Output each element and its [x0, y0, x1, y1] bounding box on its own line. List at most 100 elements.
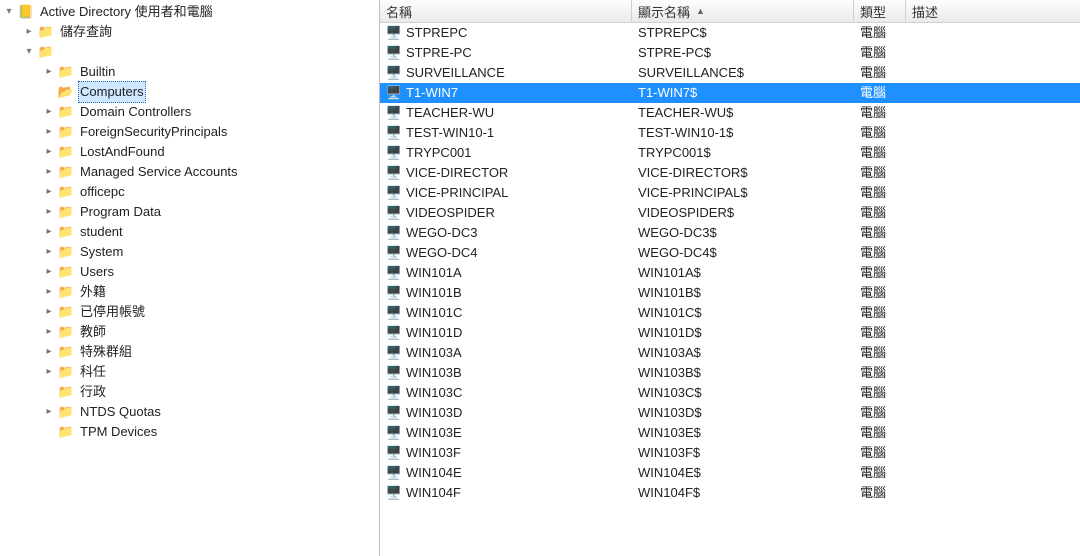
- expander-icon[interactable]: ▸: [42, 242, 56, 262]
- list-row[interactable]: 🖥️VICE-PRINCIPALVICE-PRINCIPAL$電腦: [380, 183, 1080, 203]
- tree-panel[interactable]: ▾ 📒 Active Directory 使用者和電腦 ▸📁儲存查詢▾📁▸📁Bu…: [0, 0, 380, 556]
- expander-icon[interactable]: ▸: [42, 142, 56, 162]
- list-row[interactable]: 🖥️TEST-WIN10-1TEST-WIN10-1$電腦: [380, 123, 1080, 143]
- expander-icon[interactable]: ▸: [42, 162, 56, 182]
- tree-node-label: Users: [78, 262, 116, 282]
- tree-node[interactable]: ▸📁Program Data: [0, 202, 379, 222]
- list-row[interactable]: 🖥️WIN104EWIN104E$電腦: [380, 463, 1080, 483]
- tree-node[interactable]: ▸📁ForeignSecurityPrincipals: [0, 122, 379, 142]
- list-row[interactable]: 🖥️STPREPCSTPREPC$電腦: [380, 23, 1080, 43]
- expander-icon[interactable]: ▸: [42, 322, 56, 342]
- container-icon: 📁: [38, 44, 54, 60]
- tree-node[interactable]: ▸📁NTDS Quotas: [0, 402, 379, 422]
- expander-icon[interactable]: ▸: [42, 202, 56, 222]
- expander-icon[interactable]: ▸: [42, 182, 56, 202]
- list-row[interactable]: 🖥️WIN103BWIN103B$電腦: [380, 363, 1080, 383]
- list-row[interactable]: 🖥️WIN103CWIN103C$電腦: [380, 383, 1080, 403]
- list-row[interactable]: 🖥️STPRE-PCSTPRE-PC$電腦: [380, 43, 1080, 63]
- cell-name-text: TRYPC001: [406, 143, 472, 163]
- list-row[interactable]: 🖥️WEGO-DC4WEGO-DC4$電腦: [380, 243, 1080, 263]
- list-row[interactable]: 🖥️WIN103EWIN103E$電腦: [380, 423, 1080, 443]
- cell-type: 電腦: [854, 383, 906, 403]
- computer-icon: 🖥️: [386, 225, 402, 241]
- column-header-name[interactable]: 名稱: [380, 0, 632, 22]
- expander-icon[interactable]: ▸: [42, 402, 56, 422]
- expander-icon[interactable]: ▸: [22, 22, 36, 42]
- cell-type: 電腦: [854, 23, 906, 43]
- tree-node[interactable]: ▸📁Builtin: [0, 62, 379, 82]
- tree-node[interactable]: ▸📁特殊群組: [0, 342, 379, 362]
- cell-type: 電腦: [854, 123, 906, 143]
- list-row[interactable]: 🖥️T1-WIN7T1-WIN7$電腦: [380, 83, 1080, 103]
- computer-icon: 🖥️: [386, 285, 402, 301]
- cell-name: 🖥️STPRE-PC: [380, 43, 632, 63]
- expander-icon[interactable]: ▸: [42, 362, 56, 382]
- column-header-desc[interactable]: 描述: [906, 0, 1080, 22]
- tree-node[interactable]: ▸📁Managed Service Accounts: [0, 162, 379, 182]
- tree-node[interactable]: ▸📁外籍: [0, 282, 379, 302]
- tree-node[interactable]: ▸📁已停用帳號: [0, 302, 379, 322]
- cell-display: WEGO-DC4$: [632, 243, 854, 263]
- tree-root[interactable]: ▾ 📒 Active Directory 使用者和電腦: [0, 2, 379, 22]
- computer-icon: 🖥️: [386, 45, 402, 61]
- list-row[interactable]: 🖥️VICE-DIRECTORVICE-DIRECTOR$電腦: [380, 163, 1080, 183]
- list-row[interactable]: 🖥️WIN103DWIN103D$電腦: [380, 403, 1080, 423]
- expander-icon[interactable]: ▸: [42, 222, 56, 242]
- list-row[interactable]: 🖥️VIDEOSPIDERVIDEOSPIDER$電腦: [380, 203, 1080, 223]
- list-row[interactable]: 🖥️WIN103FWIN103F$電腦: [380, 443, 1080, 463]
- ou-icon: 📁: [58, 344, 74, 360]
- tree-node[interactable]: ▸📁Domain Controllers: [0, 102, 379, 122]
- tree-node-label: Builtin: [78, 62, 117, 82]
- tree-node[interactable]: ▸📁Users: [0, 262, 379, 282]
- tree-node-label: 教師: [78, 322, 108, 342]
- expander-icon[interactable]: ▾: [2, 2, 16, 22]
- tree-node[interactable]: 📁行政: [0, 382, 379, 402]
- expander-icon[interactable]: ▾: [22, 42, 36, 62]
- tree-node[interactable]: ▸📁儲存查詢: [0, 22, 379, 42]
- list-row[interactable]: 🖥️WEGO-DC3WEGO-DC3$電腦: [380, 223, 1080, 243]
- tree-node[interactable]: ▸📁科任: [0, 362, 379, 382]
- computer-icon: 🖥️: [386, 85, 402, 101]
- tree-node[interactable]: 📂Computers: [0, 82, 379, 102]
- ou-icon: 📁: [58, 324, 74, 340]
- tree-node[interactable]: ▾📁: [0, 42, 379, 62]
- list-row[interactable]: 🖥️WIN101AWIN101A$電腦: [380, 263, 1080, 283]
- expander-icon[interactable]: ▸: [42, 342, 56, 362]
- tree-node[interactable]: 📁TPM Devices: [0, 422, 379, 442]
- list-row[interactable]: 🖥️TEACHER-WUTEACHER-WU$電腦: [380, 103, 1080, 123]
- cell-type: 電腦: [854, 463, 906, 483]
- cell-display: T1-WIN7$: [632, 83, 854, 103]
- cell-type: 電腦: [854, 163, 906, 183]
- cell-name-text: WIN101A: [406, 263, 462, 283]
- list-row[interactable]: 🖥️WIN104FWIN104F$電腦: [380, 483, 1080, 503]
- list-row[interactable]: 🖥️TRYPC001TRYPC001$電腦: [380, 143, 1080, 163]
- cell-name-text: VICE-DIRECTOR: [406, 163, 508, 183]
- list-row[interactable]: 🖥️SURVEILLANCESURVEILLANCE$電腦: [380, 63, 1080, 83]
- column-header-type[interactable]: 類型: [854, 0, 906, 22]
- expander-icon[interactable]: ▸: [42, 282, 56, 302]
- tree-node-label: 儲存查詢: [58, 22, 114, 42]
- list-row[interactable]: 🖥️WIN101CWIN101C$電腦: [380, 303, 1080, 323]
- tree-node-label: ForeignSecurityPrincipals: [78, 122, 229, 142]
- list-body[interactable]: 🖥️STPREPCSTPREPC$電腦🖥️STPRE-PCSTPRE-PC$電腦…: [380, 23, 1080, 556]
- cell-display: TEACHER-WU$: [632, 103, 854, 123]
- ou-icon: 📁: [58, 284, 74, 300]
- list-row[interactable]: 🖥️WIN101DWIN101D$電腦: [380, 323, 1080, 343]
- ou-icon: 📁: [58, 224, 74, 240]
- expander-icon[interactable]: ▸: [42, 122, 56, 142]
- tree-node[interactable]: ▸📁officepc: [0, 182, 379, 202]
- cell-name: 🖥️WIN103A: [380, 343, 632, 363]
- tree-node[interactable]: ▸📁LostAndFound: [0, 142, 379, 162]
- tree-node[interactable]: ▸📁教師: [0, 322, 379, 342]
- tree-node[interactable]: ▸📁student: [0, 222, 379, 242]
- column-header-display[interactable]: 顯示名稱 ▲: [632, 0, 854, 22]
- expander-icon[interactable]: ▸: [42, 62, 56, 82]
- list-row[interactable]: 🖥️WIN103AWIN103A$電腦: [380, 343, 1080, 363]
- expander-icon[interactable]: ▸: [42, 262, 56, 282]
- tree-node[interactable]: ▸📁System: [0, 242, 379, 262]
- expander-icon[interactable]: ▸: [42, 302, 56, 322]
- cell-type: 電腦: [854, 283, 906, 303]
- folder-icon: 📁: [58, 424, 74, 440]
- list-row[interactable]: 🖥️WIN101BWIN101B$電腦: [380, 283, 1080, 303]
- expander-icon[interactable]: ▸: [42, 102, 56, 122]
